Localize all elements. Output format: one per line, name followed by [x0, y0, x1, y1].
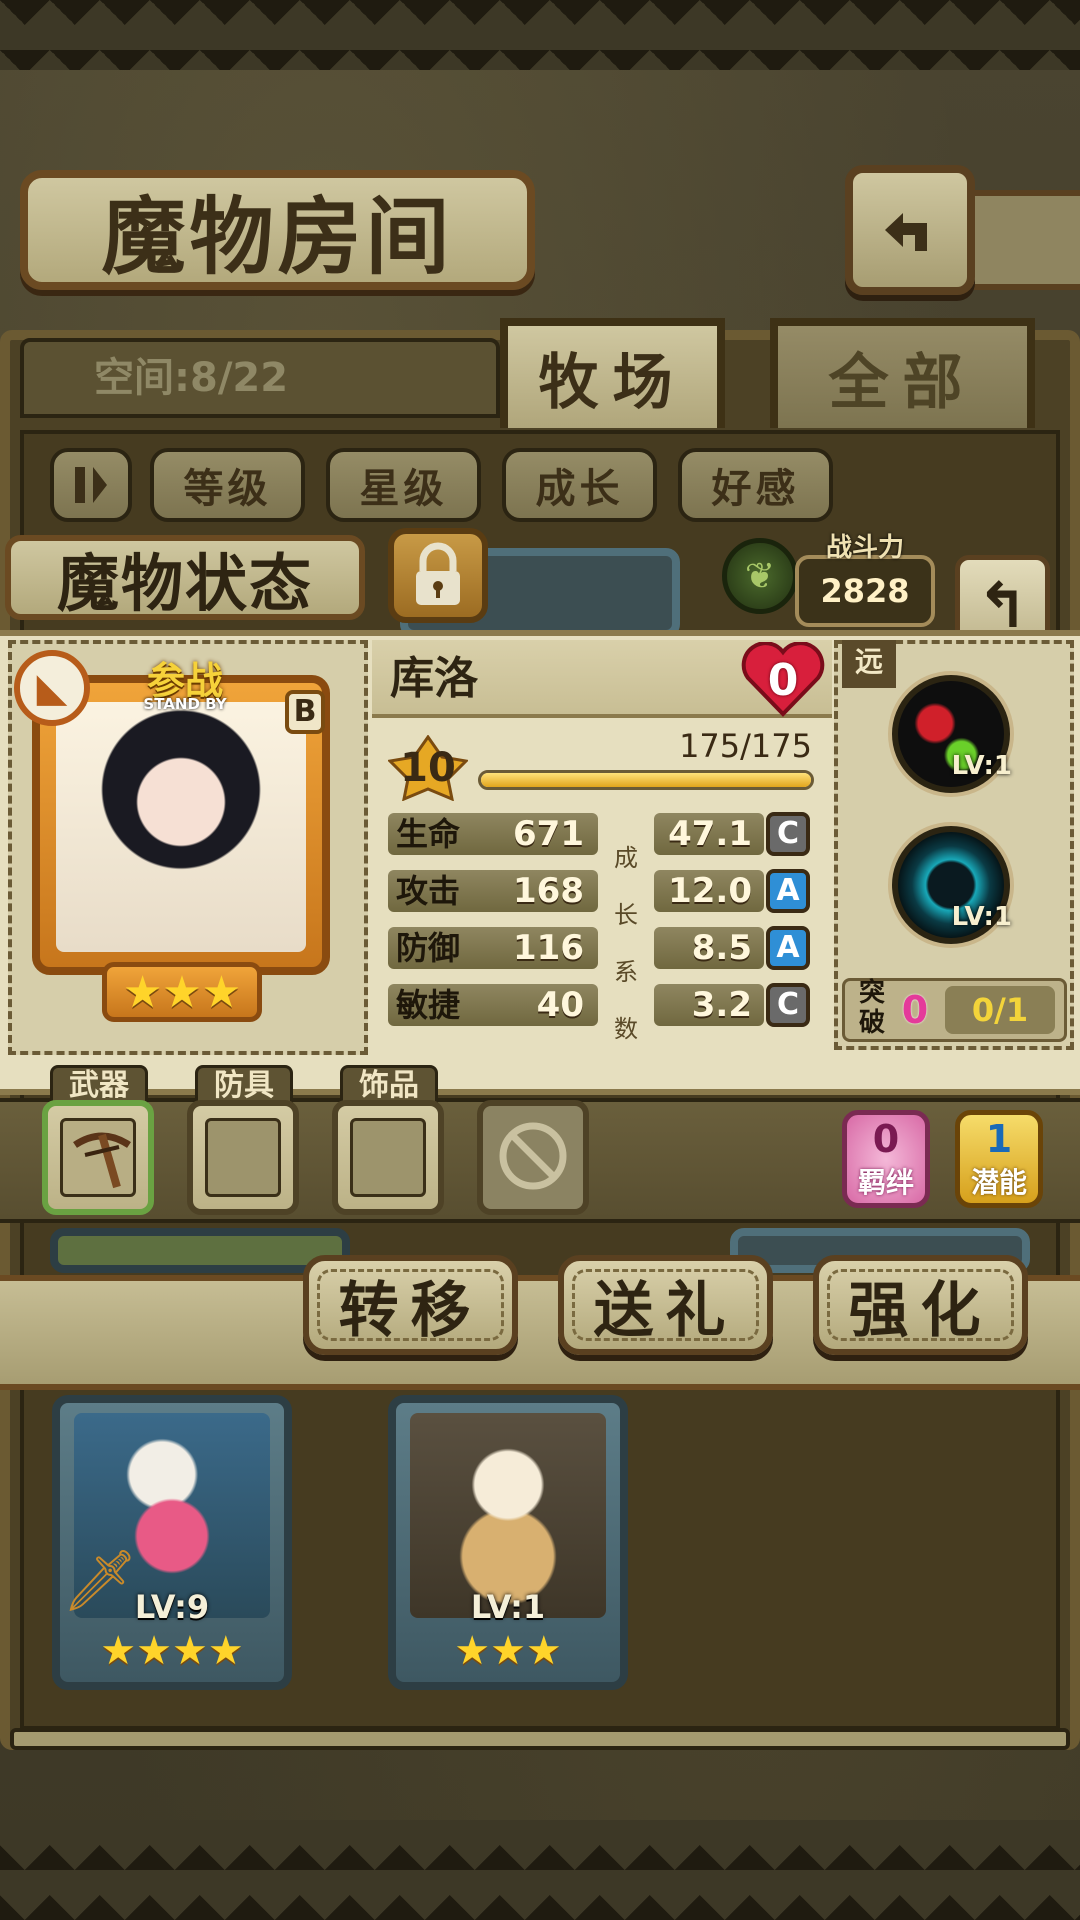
combat-power-label: 战斗力 [825, 533, 904, 563]
stat-attack-value: 168 [513, 871, 584, 911]
tab-all[interactable]: 全部 [770, 318, 1035, 428]
weapon-slot-inner [60, 1118, 136, 1197]
page-title: 魔物房间 [20, 170, 535, 290]
monster-card[interactable]: LV:9 ★★★★ [52, 1395, 292, 1690]
lock-icon [416, 542, 460, 605]
tab-pasture[interactable]: 牧场 [500, 318, 725, 428]
back-button-rail [965, 190, 1080, 290]
stat-defense: 防御 116 [388, 927, 598, 969]
zigzag-border-bottom [0, 1820, 1080, 1920]
stat-agility-value: 40 [536, 985, 584, 1025]
accessory-slot-inner [350, 1118, 426, 1197]
equip-label-armor: 防具 [195, 1065, 293, 1105]
enhance-label: 强化 [848, 1275, 993, 1346]
bond-value: 0 [872, 1117, 900, 1161]
standby-sub: STAND BY [143, 695, 227, 713]
stat-defense-label: 防御 [396, 929, 461, 967]
exp-bar-fill [481, 773, 811, 787]
armor-slot-inner [205, 1118, 281, 1197]
growth-defense: 8.5 [654, 927, 764, 969]
grade-defense: A [766, 926, 810, 970]
equip-label-weapon: 武器 [50, 1065, 148, 1105]
monster-card[interactable]: LV:1 ★★★ [388, 1395, 628, 1690]
status-title: 魔物状态 [5, 535, 365, 620]
grade-hp: C [766, 812, 810, 856]
combat-power-value: 2828 [820, 572, 910, 610]
filter-growth-button[interactable]: 成长 [502, 448, 657, 522]
potential-value: 1 [985, 1117, 1013, 1161]
sword-icon: 🗡 [62, 1546, 139, 1616]
potential-button[interactable]: 1 潜能 [955, 1110, 1043, 1208]
accessory-slot[interactable] [332, 1100, 444, 1215]
equip-label-accessory: 饰品 [340, 1065, 438, 1105]
panel-bottom-rail [10, 1728, 1070, 1750]
prohibited-icon [499, 1122, 567, 1190]
crossbow-icon [73, 1132, 131, 1189]
stat-agility: 敏捷 40 [388, 984, 598, 1026]
grade-agility: C [766, 983, 810, 1027]
lock-button[interactable] [388, 528, 488, 623]
stat-agility-label: 敏捷 [396, 986, 461, 1024]
star-rating: ★★★ [102, 962, 262, 1022]
sort-order-button[interactable] [50, 448, 132, 522]
bond-label: 羁绊 [857, 1166, 914, 1199]
transfer-button[interactable]: 转移 [303, 1255, 518, 1355]
deploy-toggle-icon[interactable]: ◣ [14, 650, 90, 726]
stat-hp-value: 671 [513, 814, 584, 854]
gift-button[interactable]: 送礼 [558, 1255, 773, 1355]
breakthrough-label: 突破 [858, 978, 885, 1038]
filter-level-button[interactable]: 等级 [150, 448, 305, 522]
affinity-value: 0 [767, 654, 799, 706]
space-counter: 空间:8/22 [20, 338, 500, 418]
armor-slot[interactable] [187, 1100, 299, 1215]
level-value: 10 [400, 745, 456, 791]
leaf-icon[interactable]: ❦ [722, 538, 798, 614]
potential-label: 潜能 [970, 1166, 1027, 1199]
skill-2-level: LV:1 [951, 902, 1012, 932]
zigzag-border-top [0, 0, 1080, 70]
range-tag: 远 [842, 640, 896, 688]
combat-power: 战斗力 2828 [795, 533, 935, 627]
stat-hp: 生命 671 [388, 813, 598, 855]
growth-hp: 47.1 [654, 813, 764, 855]
stat-attack: 攻击 168 [388, 870, 598, 912]
monster-card-stars: ★★★ [454, 1628, 562, 1674]
grade-attack: A [766, 869, 810, 913]
transfer-label: 转移 [338, 1275, 483, 1346]
filter-affinity-button[interactable]: 好感 [678, 448, 833, 522]
stat-hp-label: 生命 [396, 815, 461, 853]
stat-defense-value: 116 [513, 928, 584, 968]
growth-attack: 12.0 [654, 870, 764, 912]
level-badge: 10 [388, 735, 468, 801]
monster-card-level: LV:1 [470, 1588, 546, 1626]
locked-slot [477, 1100, 589, 1215]
vortex-skill-icon[interactable]: LV:1 [892, 826, 1012, 944]
stat-attack-label: 攻击 [396, 872, 461, 910]
breakthrough-count[interactable]: 0/1 [945, 986, 1055, 1034]
poison-skill-icon[interactable]: LV:1 [892, 675, 1012, 793]
growth-coefficient-label: 成长系数 [614, 844, 638, 1043]
exp-bar [478, 770, 814, 790]
rank-badge: B [285, 690, 325, 734]
affinity-heart[interactable]: 0 [740, 642, 826, 718]
gift-label: 送礼 [593, 1275, 738, 1346]
filter-star-button[interactable]: 星级 [326, 448, 481, 522]
back-icon [885, 213, 927, 251]
monster-portrait [56, 702, 306, 952]
skill-1-level: LV:1 [951, 751, 1012, 781]
back-button[interactable] [845, 165, 975, 295]
pause-sort-icon [75, 467, 107, 503]
exp-text: 175/175 [679, 727, 812, 765]
bond-button[interactable]: 0 羁绊 [842, 1110, 930, 1208]
breakthrough-value: 0 [901, 988, 929, 1032]
growth-agility: 3.2 [654, 984, 764, 1026]
enhance-button[interactable]: 强化 [813, 1255, 1028, 1355]
weapon-slot[interactable] [42, 1100, 154, 1215]
